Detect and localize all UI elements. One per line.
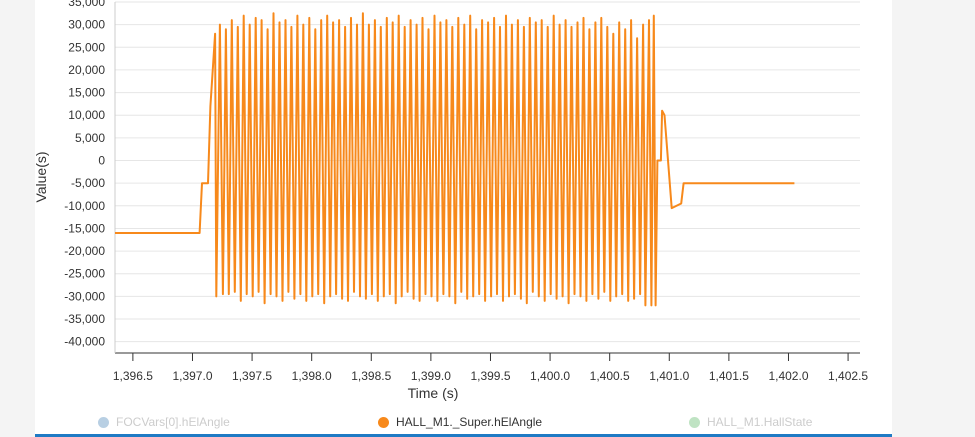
x-tick-label: 1,400.0 [530, 369, 570, 383]
x-tick-label: 1,396.5 [113, 369, 153, 383]
y-tick-label: -5,000 [71, 176, 105, 190]
legend-marker-icon [378, 416, 389, 428]
chart-plot-area: 35,000 30,000 25,000 20,000 15,000 10,000 5,00… [33, 0, 892, 437]
y-tick-label: -15,000 [64, 221, 105, 235]
x-tick-label: 1,401.0 [649, 369, 689, 383]
y-tick-label: 10,000 [68, 108, 105, 122]
y-tick-label: 35,000 [68, 0, 105, 9]
y-tick-label: -20,000 [64, 244, 105, 258]
x-tick-label: 1,397.0 [172, 369, 212, 383]
x-tick-label: 1,400.5 [590, 369, 630, 383]
y-tick-label: 20,000 [68, 63, 105, 77]
x-tick-label: 1,399.0 [411, 369, 451, 383]
legend-item-hall-hallstate[interactable]: HALL_M1.HallState [689, 415, 812, 429]
legend-marker-icon [689, 416, 700, 428]
x-tick-label: 1,401.5 [709, 369, 749, 383]
chart-legend: FOCVars[0].hElAngle HALL_M1._Super.hElAn… [35, 410, 892, 434]
y-tick-label: -10,000 [64, 199, 105, 213]
y-tick-label: -25,000 [64, 267, 105, 281]
x-tick-label: 1,399.5 [470, 369, 510, 383]
x-tick-label: 1,402.5 [828, 369, 868, 383]
y-tick-label: -30,000 [64, 289, 105, 303]
legend-marker-icon [98, 416, 109, 428]
x-tick-label: 1,397.5 [232, 369, 272, 383]
y-tick-label: -35,000 [64, 312, 105, 326]
legend-label: HALL_M1.HallState [707, 415, 813, 429]
y-tick-label: 5,000 [75, 131, 105, 145]
y-tick-label: 25,000 [68, 40, 105, 54]
y-tick-label: 30,000 [68, 18, 105, 32]
x-tick-label: 1,398.5 [351, 369, 391, 383]
x-tick-label: 1,402.0 [768, 369, 808, 383]
y-tick-label: 15,000 [68, 86, 105, 100]
legend-label: HALL_M1._Super.hElAngle [396, 415, 543, 429]
y-tick-label: 0 [98, 154, 105, 168]
legend-item-focvars-helangle[interactable]: FOCVars[0].hElAngle [98, 415, 230, 429]
y-tick-label: -40,000 [64, 335, 105, 349]
x-tick-label: 1,398.0 [292, 369, 332, 383]
x-axis-title: Time (s) [408, 385, 459, 401]
legend-label: FOCVars[0].hElAngle [116, 415, 230, 429]
legend-item-hall-super-helangle[interactable]: HALL_M1._Super.hElAngle [378, 415, 542, 429]
y-axis-title: Value(s) [33, 151, 49, 202]
